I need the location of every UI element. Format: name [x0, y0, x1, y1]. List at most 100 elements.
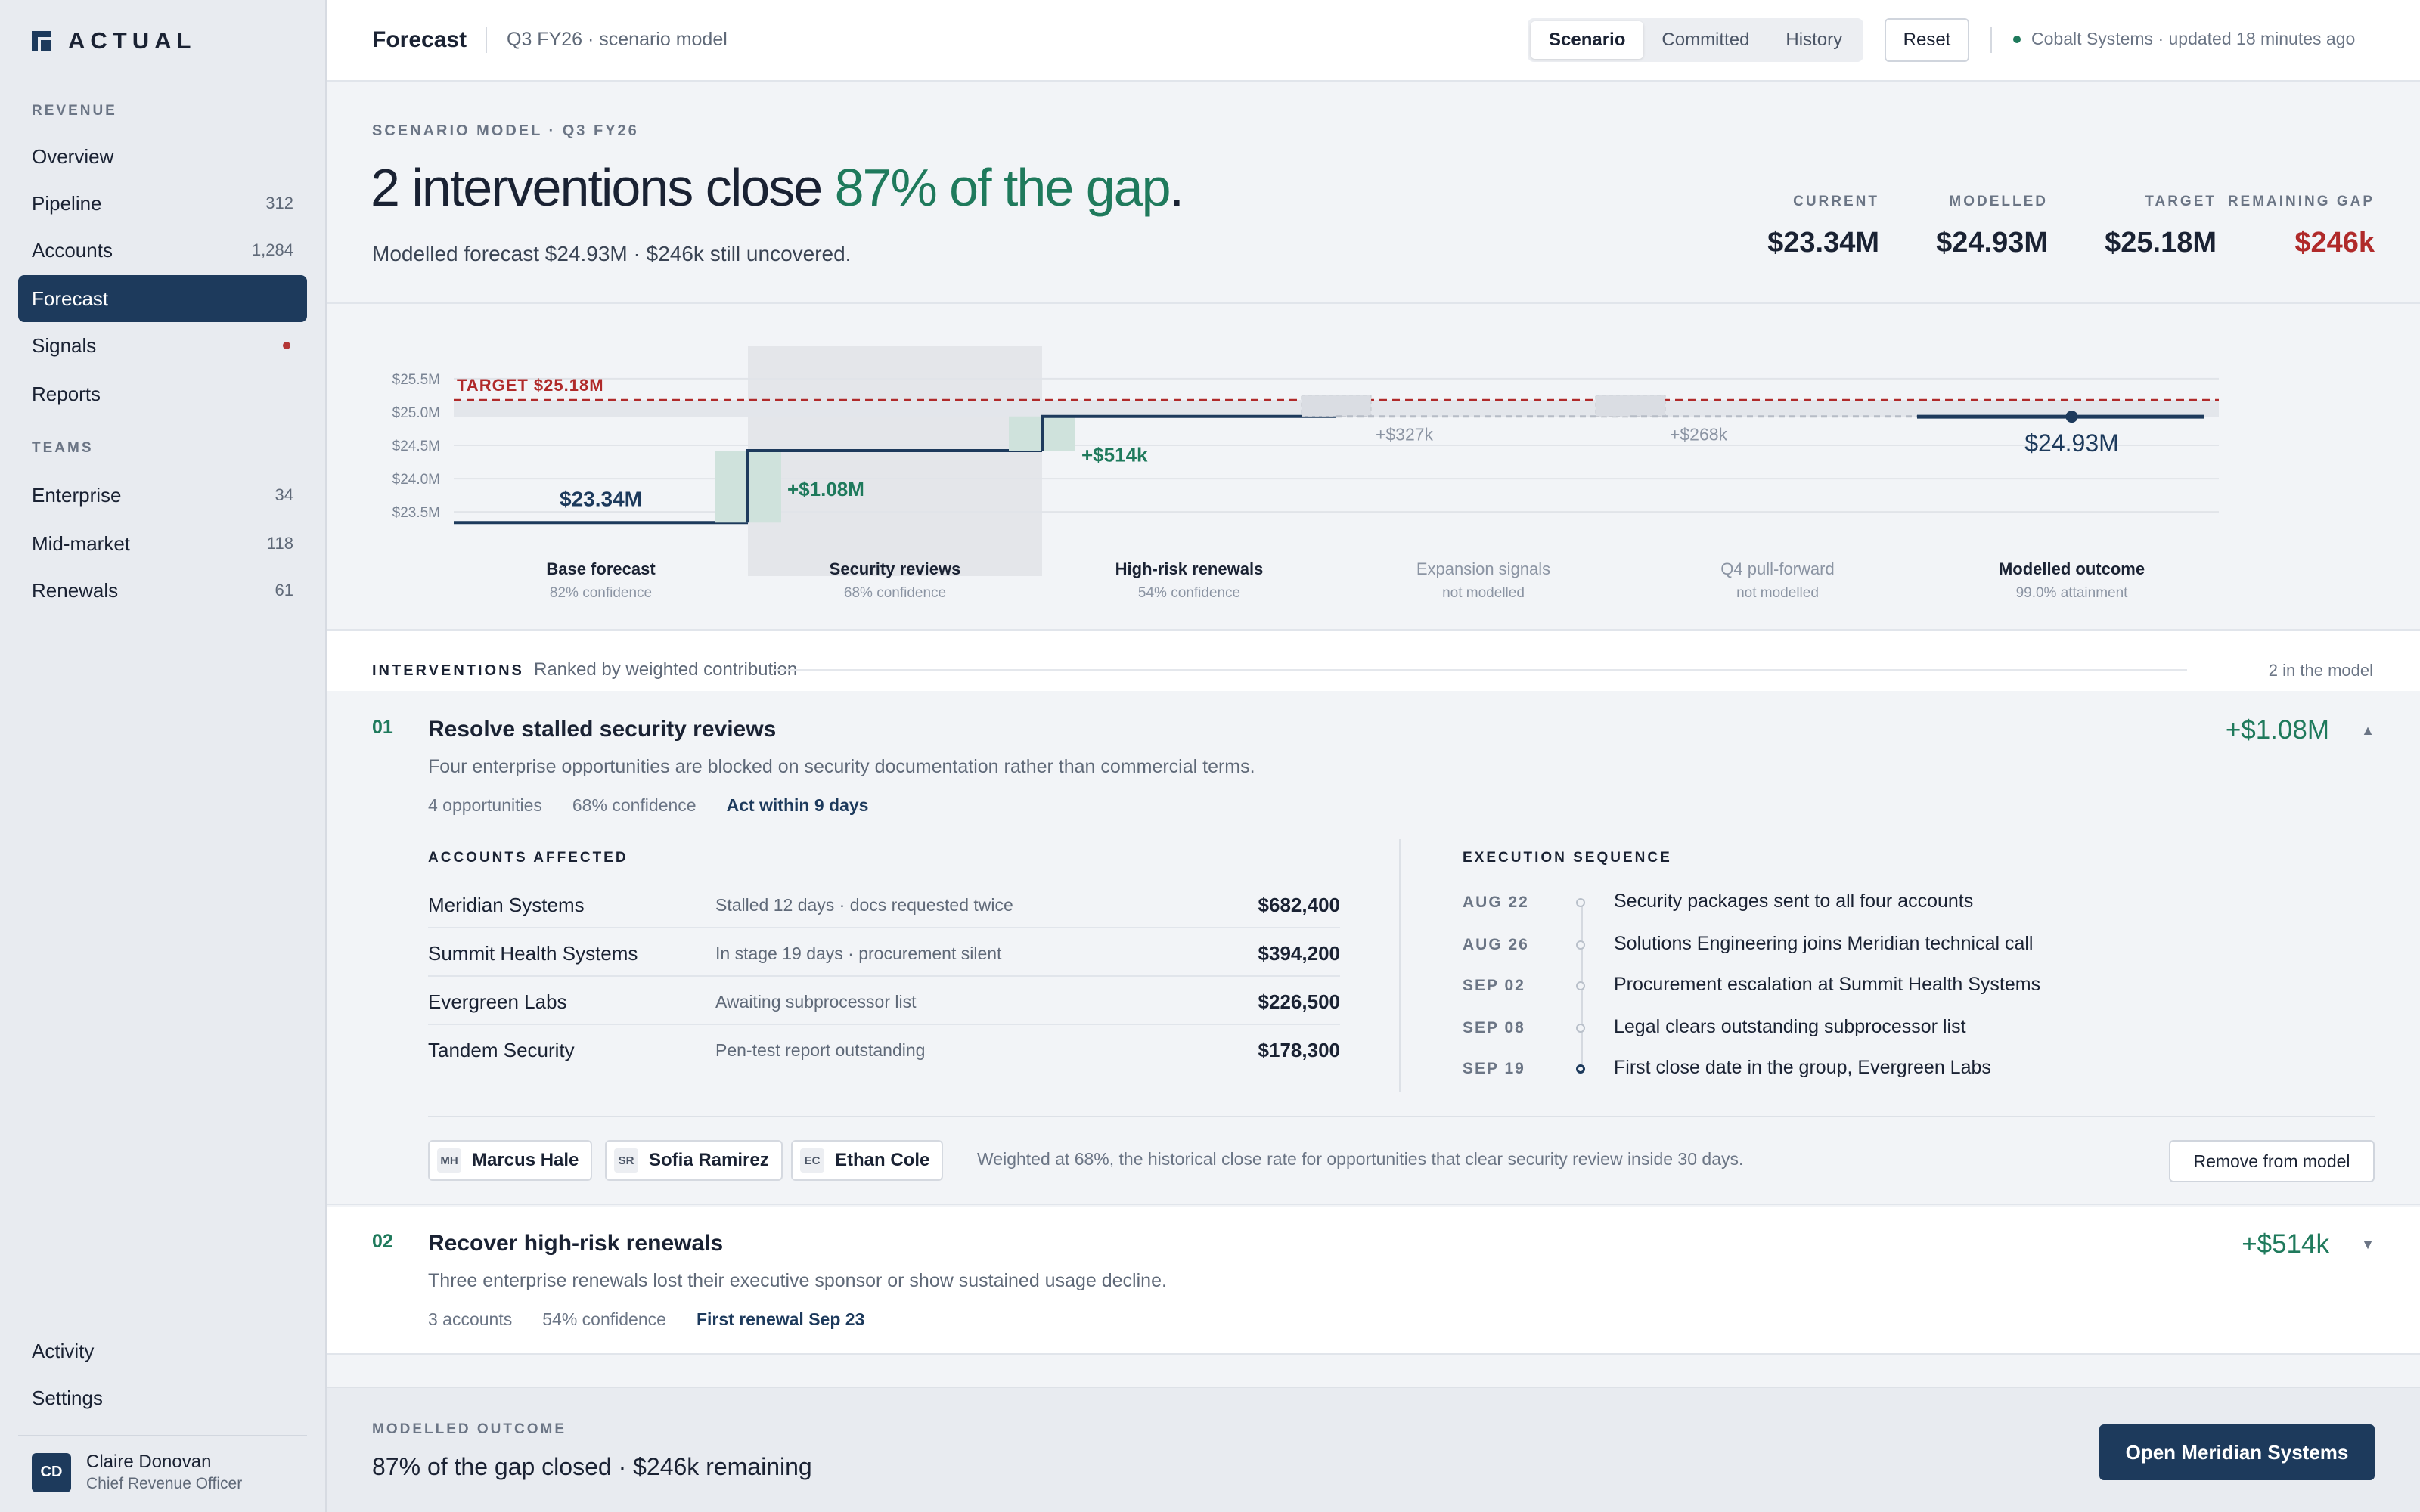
account-note: Pen-test report outstanding [715, 1040, 926, 1060]
intervention-amount: +$1.08M [2225, 715, 2329, 745]
value-label: +$327k [1376, 425, 1434, 445]
intervention-number: 02 [372, 1231, 393, 1252]
owner-avatar: EC [800, 1148, 824, 1173]
owner-chip[interactable]: EC Ethan Cole [791, 1140, 944, 1181]
page-title: Forecast [372, 27, 467, 52]
category-sublabel: 54% confidence [1138, 585, 1240, 601]
intervention-title[interactable]: Resolve stalled security reviews [428, 717, 776, 742]
sidebar-item-count: 34 [275, 485, 293, 504]
y-tick-label: $24.5M [392, 438, 440, 454]
highlight-column [748, 346, 1042, 576]
account-row[interactable]: Tandem Security Pen-test report outstand… [428, 1025, 1340, 1074]
expand-chevron-icon[interactable]: ▼ [2361, 1237, 2375, 1253]
tab-committed[interactable]: Committed [1643, 21, 1767, 59]
sidebar-divider [18, 1435, 307, 1436]
account-row[interactable]: Evergreen Labs Awaiting subprocessor lis… [428, 977, 1340, 1025]
category-sublabel: 82% confidence [550, 585, 652, 601]
intervention-card-02[interactable]: 02 Recover high-risk renewals Three ente… [327, 1207, 2420, 1355]
alert-dot-icon [283, 342, 290, 349]
sidebar-item-activity[interactable]: Activity [18, 1328, 307, 1374]
intervention-card-01: 01 Resolve stalled security reviews Four… [327, 691, 2420, 1205]
sidebar-item-label: Mid-market [32, 531, 131, 555]
tab-scenario[interactable]: Scenario [1531, 21, 1644, 59]
hero-eyebrow: SCENARIO MODEL · Q3 FY26 [372, 122, 639, 139]
account-row[interactable]: Summit Health Systems In stage 19 days ·… [428, 928, 1340, 977]
account-name: Tandem Security [428, 1039, 575, 1061]
status-dot-icon [2013, 35, 2021, 43]
outcome-footer: MODELLED OUTCOME 87% of the gap closed ·… [327, 1387, 2420, 1512]
user-profile[interactable]: CD Claire Donovan Chief Revenue Officer [32, 1452, 242, 1493]
timeline-step: SEP 19 First close date in the group, Ev… [1463, 1055, 2294, 1086]
step-date: AUG 26 [1463, 936, 1529, 953]
reset-button[interactable]: Reset [1885, 18, 1969, 62]
timeline-step: AUG 22 Security packages sent to all fou… [1463, 889, 2294, 919]
account-name: Summit Health Systems [428, 942, 638, 965]
tab-history[interactable]: History [1767, 21, 1860, 59]
sidebar-item-settings[interactable]: Settings [18, 1374, 307, 1421]
meta-deadline: Act within 9 days [726, 795, 869, 815]
ghost-delta-bar [1301, 395, 1372, 417]
account-name: Evergreen Labs [428, 990, 567, 1013]
value-label: $24.93M [2024, 429, 2119, 457]
sidebar-item-forecast[interactable]: Forecast [18, 275, 307, 322]
waterfall-svg: $23.5M $24.0M $24.5M $25.0M $25.5M TARGET $25… [392, 346, 2219, 601]
sidebar-item-accounts[interactable]: Accounts 1,284 [18, 227, 307, 274]
step-text: First close date in the group, Evergreen… [1614, 1057, 1991, 1078]
sidebar-item-label: Overview [32, 144, 114, 168]
sidebar-item-pipeline[interactable]: Pipeline 312 [18, 180, 307, 227]
sidebar-item-label: Renewals [32, 578, 119, 602]
meta-confidence: 68% confidence [572, 795, 697, 815]
scenario-summary: SCENARIO MODEL · Q3 FY26 2 interventions… [327, 82, 2420, 304]
timeline-dot-icon [1576, 898, 1585, 907]
sync-status: Cobalt Systems · updated 18 minutes ago [2013, 29, 2355, 49]
hero-headline: 2 interventions close 87% of the gap. [371, 157, 1185, 218]
account-row[interactable]: Meridian Systems Stalled 12 days · docs … [428, 880, 1340, 928]
kpi-value: $25.18M [2105, 227, 2217, 259]
headline-suffix: . [1169, 158, 1185, 217]
value-label: +$1.08M [787, 478, 864, 500]
kpi-value: $246k [2294, 227, 2375, 259]
sidebar-item-overview[interactable]: Overview [18, 133, 307, 180]
kpi-remaining-gap: REMAINING GAP $246k [2228, 194, 2375, 259]
section-divider [1399, 839, 1401, 1092]
step-date: SEP 08 [1463, 1019, 1525, 1036]
category-sublabel: 68% confidence [844, 585, 946, 601]
intervention-title[interactable]: Recover high-risk renewals [428, 1231, 723, 1256]
open-account-button[interactable]: Open Meridian Systems [2099, 1424, 2375, 1480]
view-switcher: Scenario Committed History [1528, 18, 1864, 62]
footer-summary: 87% of the gap closed · $246k remaining [372, 1453, 812, 1480]
sidebar-item-reports[interactable]: Reports [18, 370, 307, 417]
account-note: In stage 19 days · procurement silent [715, 943, 1002, 963]
interventions-count: 2 in the model [2268, 661, 2373, 680]
timeline-dot-icon [1576, 940, 1585, 950]
status-divider [1990, 27, 1992, 53]
brand[interactable]: ACTUAL [32, 27, 196, 54]
category-label: Q4 pull-forward [1720, 559, 1834, 578]
y-tick-label: $25.5M [392, 372, 440, 388]
kpi-label: CURRENT [1793, 194, 1879, 209]
timeline-dot-icon [1576, 1064, 1585, 1074]
sidebar: ACTUAL REVENUE Overview Pipeline 312 Acc… [0, 0, 327, 1512]
sidebar-item-enterprise[interactable]: Enterprise 34 [18, 472, 307, 519]
target-label: TARGET $25.18M [457, 376, 604, 395]
nav-section-teams: TEAMS [32, 440, 94, 456]
sidebar-item-label: Accounts [32, 238, 113, 262]
sidebar-item-label: Pipeline [32, 191, 102, 215]
sidebar-item-renewals[interactable]: Renewals 61 [18, 567, 307, 614]
sidebar-item-signals[interactable]: Signals [18, 322, 307, 369]
collapse-chevron-icon[interactable]: ▲ [2361, 723, 2375, 739]
step-text: Procurement escalation at Summit Health … [1614, 974, 2041, 995]
remove-from-model-button[interactable]: Remove from model [2169, 1140, 2375, 1182]
account-value: $682,400 [1258, 894, 1340, 916]
footer-eyebrow: MODELLED OUTCOME [372, 1421, 566, 1437]
sidebar-item-mid-market[interactable]: Mid-market 118 [18, 520, 307, 567]
status-text: Cobalt Systems · updated 18 minutes ago [2031, 29, 2356, 48]
card-divider [428, 1116, 2375, 1117]
title-divider [486, 27, 487, 53]
interventions-header: INTERVENTIONS Ranked by weighted contrib… [327, 631, 2420, 691]
owner-chip[interactable]: SR Sofia Ramirez [605, 1140, 783, 1181]
meta-deadline: First renewal Sep 23 [696, 1309, 865, 1329]
owner-chip[interactable]: MH Marcus Hale [428, 1140, 593, 1181]
intervention-meta: 3 accounts 54% confidence First renewal … [428, 1309, 864, 1330]
accounts-affected-heading: ACCOUNTS AFFECTED [428, 850, 628, 866]
